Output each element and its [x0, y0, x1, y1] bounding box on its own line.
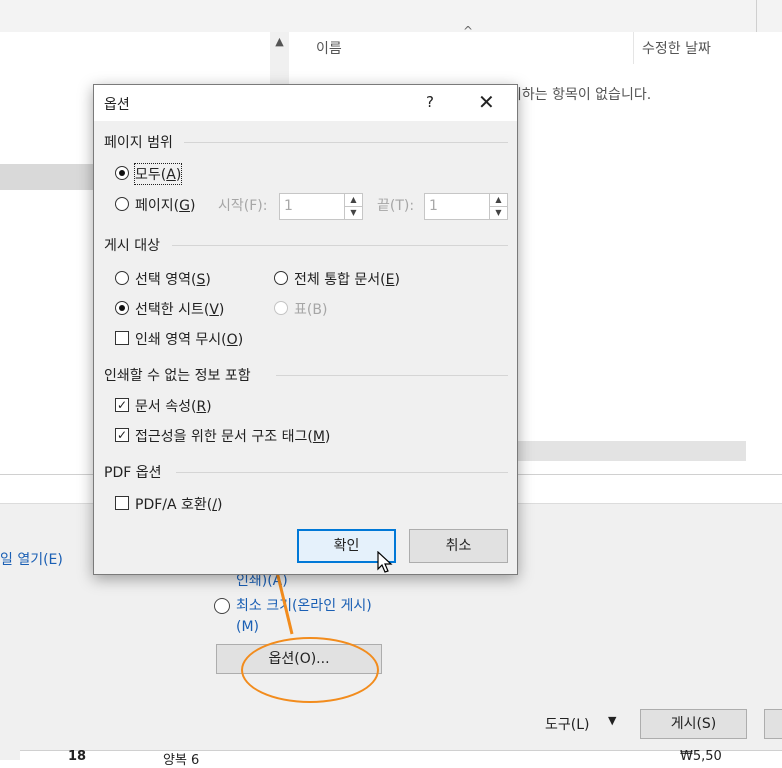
- tools-dropdown-icon[interactable]: ▼: [608, 714, 616, 727]
- accessibility-tags-label[interactable]: 접근성을 위한 문서 구조 태그(M): [135, 426, 330, 446]
- page-range-all-label[interactable]: 모두(A): [133, 163, 183, 185]
- row-price: ₩5,50: [680, 749, 722, 764]
- mouse-cursor-icon: [377, 551, 393, 573]
- options-dialog: 옵션 ? ✕ 페이지 범위 모두(A) 페이지(G) 시작(F): 1 ▲ ▼ …: [93, 84, 518, 575]
- pdf-options-heading: PDF 옵션: [104, 465, 162, 481]
- nonprint-info-rule: [276, 375, 508, 376]
- page-range-rule: [184, 142, 508, 143]
- cancel-save-button[interactable]: [764, 709, 782, 739]
- publish-target-rule: [172, 245, 508, 246]
- table-radio: [274, 301, 288, 315]
- sort-ascending-icon: ^: [463, 24, 474, 38]
- page-range-heading: 페이지 범위: [104, 135, 173, 151]
- entire-workbook-label[interactable]: 전체 통합 문서(E): [294, 269, 400, 289]
- pdfa-compliant-checkbox[interactable]: [115, 496, 129, 510]
- spin-up-icon[interactable]: ▲: [344, 194, 362, 207]
- navigation-selected-item[interactable]: [0, 164, 94, 190]
- column-header-date[interactable]: 수정한 날짜: [642, 38, 711, 58]
- top-strip-divider: [756, 0, 757, 32]
- page-range-pages-label[interactable]: 페이지(G): [135, 195, 195, 215]
- selected-sheets-label[interactable]: 선택한 시트(V): [135, 299, 224, 319]
- page-range-all-radio[interactable]: [115, 166, 129, 180]
- column-header-name[interactable]: 이름: [316, 38, 342, 58]
- empty-list-message: 치하는 항목이 없습니다.: [509, 87, 652, 103]
- start-page-stepper[interactable]: 1 ▲ ▼: [279, 193, 363, 220]
- accessibility-tags-checkbox[interactable]: ✓: [115, 428, 129, 442]
- row-name: 양복 6: [163, 753, 200, 768]
- tools-menu[interactable]: 도구(L): [545, 714, 589, 734]
- highlight-ellipse: [241, 637, 379, 703]
- scroll-up-icon[interactable]: ▲: [270, 32, 289, 52]
- minimum-size-radio[interactable]: [214, 598, 230, 614]
- cancel-button[interactable]: 취소: [409, 529, 508, 563]
- spin-down-icon[interactable]: ▼: [489, 207, 507, 219]
- start-page-value: 1: [284, 198, 293, 214]
- selection-label[interactable]: 선택 영역(S): [135, 269, 211, 289]
- dialog-titlebar[interactable]: [94, 85, 517, 121]
- publish-target-heading: 게시 대상: [104, 238, 160, 254]
- end-page-label: 끝(T):: [377, 198, 415, 214]
- ignore-print-area-label[interactable]: 인쇄 영역 무시(O): [135, 329, 243, 349]
- spin-down-icon[interactable]: ▼: [344, 207, 362, 219]
- row-number: 18: [68, 749, 87, 764]
- pdf-options-rule: [176, 472, 508, 473]
- top-strip: [0, 0, 782, 32]
- nonprint-info-heading: 인쇄할 수 없는 정보 포함: [104, 368, 251, 384]
- end-page-stepper[interactable]: 1 ▲ ▼: [424, 193, 508, 220]
- selected-sheets-radio[interactable]: [115, 301, 129, 315]
- open-file-link[interactable]: 일 열기(E): [0, 549, 63, 569]
- selection-radio[interactable]: [115, 271, 129, 285]
- ignore-print-area-checkbox[interactable]: [115, 331, 129, 345]
- entire-workbook-radio[interactable]: [274, 271, 288, 285]
- start-page-label: 시작(F):: [218, 198, 268, 214]
- help-button[interactable]: ?: [426, 93, 434, 111]
- close-icon[interactable]: ✕: [478, 90, 495, 114]
- table-label: 표(B): [294, 302, 328, 318]
- document-properties-checkbox[interactable]: ✓: [115, 398, 129, 412]
- document-properties-label[interactable]: 문서 속성(R): [135, 396, 212, 416]
- worksheet-behind: [20, 750, 782, 761]
- page-range-pages-radio[interactable]: [115, 197, 129, 211]
- end-page-value: 1: [429, 198, 438, 214]
- publish-button[interactable]: 게시(S): [640, 709, 747, 739]
- dialog-title: 옵션: [104, 97, 130, 113]
- column-divider[interactable]: [633, 32, 634, 64]
- spin-up-icon[interactable]: ▲: [489, 194, 507, 207]
- pdfa-compliant-label[interactable]: PDF/A 호환(/): [135, 494, 222, 514]
